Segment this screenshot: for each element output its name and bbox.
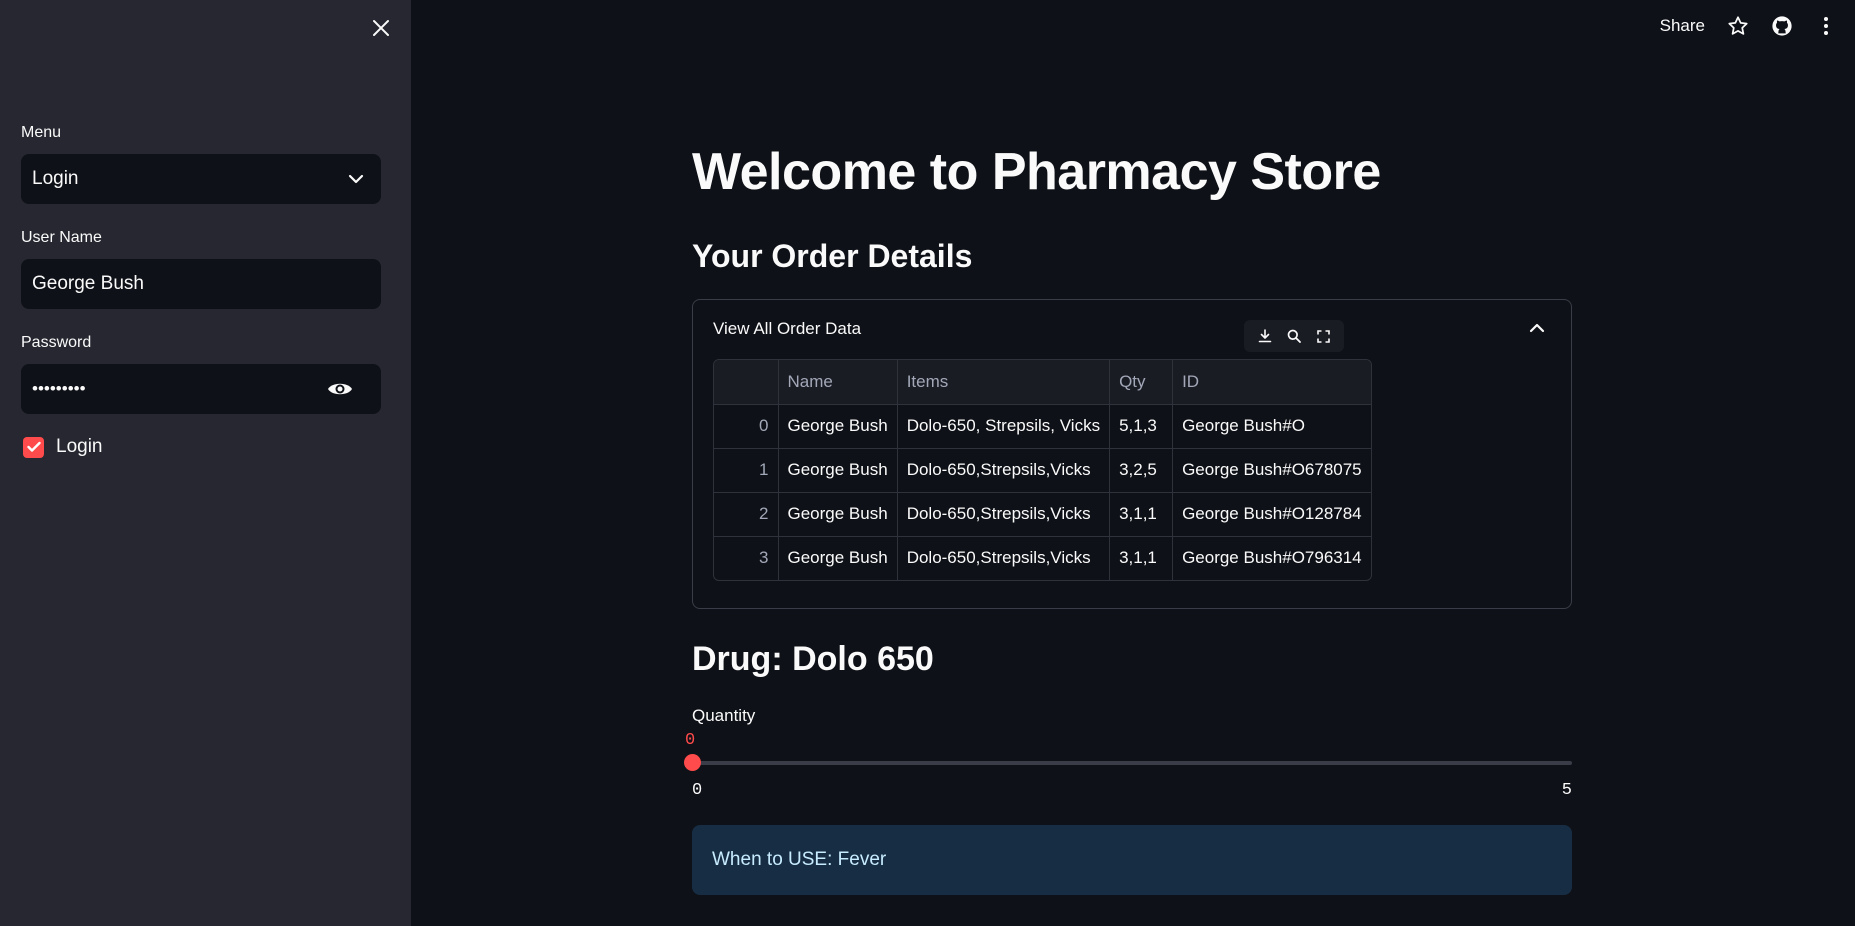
search-button[interactable] bbox=[1284, 326, 1304, 346]
cell-qty[interactable]: 3,1,1 bbox=[1109, 492, 1174, 537]
drug-heading: Drug: Dolo 650 bbox=[692, 640, 934, 678]
table-row: 3 George Bush Dolo-650,Strepsils,Vicks 3… bbox=[714, 536, 1371, 580]
order-data-expander: View All Order Data Name Items Qty ID 0 … bbox=[692, 299, 1572, 609]
password-input-value: ••••••••• bbox=[32, 379, 86, 398]
username-input-value: George Bush bbox=[32, 273, 144, 294]
cell-name[interactable]: George Bush bbox=[778, 404, 898, 449]
table-row: 1 George Bush Dolo-650,Strepsils,Vicks 3… bbox=[714, 448, 1371, 493]
login-checkbox-label: Login bbox=[56, 436, 103, 457]
show-password-button[interactable] bbox=[326, 379, 354, 399]
cell-qty[interactable]: 5,1,3 bbox=[1109, 404, 1174, 449]
kebab-menu-icon bbox=[1824, 17, 1828, 35]
star-icon bbox=[1728, 16, 1748, 35]
eye-icon bbox=[328, 383, 352, 395]
cell-items[interactable]: Dolo-650,Strepsils,Vicks bbox=[897, 448, 1111, 493]
password-input[interactable]: ••••••••• bbox=[21, 364, 381, 414]
cell-id[interactable]: George Bush#O796314 bbox=[1173, 536, 1371, 580]
table-row: 0 George Bush Dolo-650, Strepsils, Vicks… bbox=[714, 404, 1371, 449]
info-alert-text: When to USE: Fever bbox=[712, 849, 887, 870]
menu-select-value: Login bbox=[32, 168, 79, 189]
top-toolbar: Share bbox=[1660, 0, 1855, 52]
order-details-heading: Your Order Details bbox=[692, 238, 973, 274]
checkmark-icon bbox=[26, 441, 41, 452]
search-icon bbox=[1287, 329, 1301, 343]
column-header-qty[interactable]: Qty bbox=[1109, 360, 1174, 405]
column-header-items[interactable]: Items bbox=[897, 360, 1111, 405]
more-menu-button[interactable] bbox=[1815, 15, 1837, 37]
github-icon bbox=[1772, 16, 1792, 36]
column-header-id[interactable]: ID bbox=[1172, 360, 1371, 405]
dataframe-toolbar bbox=[1244, 320, 1344, 352]
chevron-down-icon bbox=[348, 174, 364, 184]
cell-name[interactable]: George Bush bbox=[778, 492, 898, 537]
username-input[interactable]: George Bush bbox=[21, 259, 381, 309]
cell-id[interactable]: George Bush#O bbox=[1172, 404, 1371, 449]
cell-items[interactable]: Dolo-650,Strepsils,Vicks bbox=[897, 536, 1111, 580]
quantity-slider-thumb[interactable] bbox=[684, 754, 701, 771]
row-index: 2 bbox=[714, 492, 779, 537]
cell-items[interactable]: Dolo-650, Strepsils, Vicks bbox=[897, 404, 1111, 449]
row-index: 0 bbox=[714, 404, 779, 449]
login-checkbox-row[interactable]: Login bbox=[23, 436, 103, 458]
fullscreen-button[interactable] bbox=[1313, 326, 1333, 346]
slider-min-label: 0 bbox=[692, 781, 703, 800]
quantity-slider-track[interactable] bbox=[692, 761, 1572, 765]
username-label: User Name bbox=[21, 229, 102, 246]
share-button[interactable]: Share bbox=[1660, 16, 1705, 36]
cell-name[interactable]: George Bush bbox=[778, 448, 898, 493]
fullscreen-icon bbox=[1317, 329, 1330, 343]
info-alert: When to USE: Fever bbox=[692, 825, 1572, 895]
cell-items[interactable]: Dolo-650,Strepsils,Vicks bbox=[897, 492, 1111, 537]
collapse-expander-button[interactable] bbox=[1527, 318, 1547, 338]
row-index: 3 bbox=[714, 536, 779, 580]
download-icon bbox=[1258, 329, 1271, 343]
slider-current-value: 0 bbox=[685, 731, 696, 750]
password-label: Password bbox=[21, 334, 92, 351]
cell-name[interactable]: George Bush bbox=[778, 536, 898, 580]
cell-id[interactable]: George Bush#O678075 bbox=[1172, 448, 1371, 493]
cell-qty[interactable]: 3,2,5 bbox=[1109, 448, 1174, 493]
table-row: 2 George Bush Dolo-650,Strepsils,Vicks 3… bbox=[714, 492, 1371, 537]
column-header-name[interactable]: Name bbox=[778, 360, 898, 405]
chevron-up-icon bbox=[1529, 323, 1545, 333]
column-header-index bbox=[714, 360, 779, 405]
menu-select[interactable]: Login bbox=[21, 154, 381, 204]
row-index: 1 bbox=[714, 448, 779, 493]
page-title: Welcome to Pharmacy Store bbox=[692, 143, 1381, 201]
order-table[interactable]: Name Items Qty ID 0 George Bush Dolo-650… bbox=[713, 359, 1372, 581]
cell-qty[interactable]: 3,1,1 bbox=[1109, 536, 1174, 580]
download-button[interactable] bbox=[1255, 326, 1275, 346]
close-icon bbox=[373, 20, 389, 36]
table-header-row: Name Items Qty ID bbox=[714, 360, 1371, 405]
slider-max-label: 5 bbox=[1561, 781, 1572, 800]
star-button[interactable] bbox=[1727, 15, 1749, 37]
login-checkbox[interactable] bbox=[23, 436, 44, 458]
close-sidebar-button[interactable] bbox=[369, 14, 393, 42]
sidebar: Menu Login User Name George Bush Passwor… bbox=[0, 0, 411, 926]
github-button[interactable] bbox=[1771, 15, 1793, 37]
expander-label[interactable]: View All Order Data bbox=[713, 319, 861, 339]
menu-label: Menu bbox=[21, 124, 62, 141]
cell-id[interactable]: George Bush#O128784 bbox=[1172, 492, 1371, 537]
quantity-label: Quantity bbox=[692, 706, 756, 725]
